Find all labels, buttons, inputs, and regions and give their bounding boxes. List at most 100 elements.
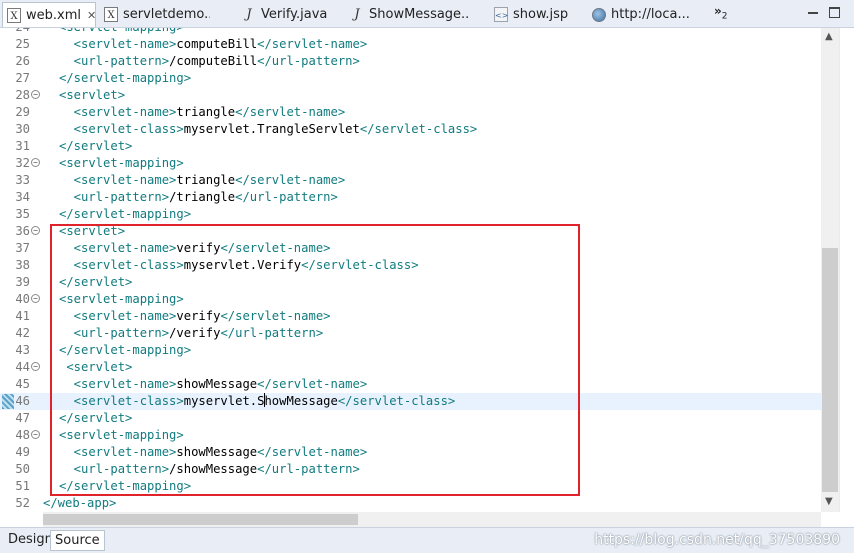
xml-tag: <servlet-mapping> — [59, 28, 184, 34]
code-text: <servlet-class>myservlet.TrangleServlet<… — [59, 121, 478, 138]
line-number: 44 — [15, 360, 30, 374]
line-number: 25 — [15, 37, 30, 51]
code-text: </servlet-mapping> — [59, 70, 191, 87]
code-text: <url-pattern>/triangle</url-pattern> — [59, 189, 338, 206]
xml-value: triangle — [176, 173, 236, 187]
line-number: 41 — [15, 309, 30, 323]
xml-file-icon: X — [7, 7, 21, 23]
xml-tag: </servlet-class> — [359, 122, 478, 136]
tab-label: http://loca... — [611, 7, 690, 22]
line-number: 51 — [15, 479, 30, 493]
line-number: 39 — [15, 275, 30, 289]
xml-value: /computeBill — [169, 54, 258, 68]
fold-toggle-icon[interactable]: − — [31, 226, 40, 235]
overview-ruler — [839, 28, 854, 512]
code-line[interactable]: 33 <servlet-name>triangle</servlet-name> — [0, 172, 821, 189]
code-line[interactable]: 35 </servlet-mapping> — [0, 206, 821, 223]
editor-tab-bar: X web.xml ✕ X servletdemo... J Verify.ja… — [0, 0, 854, 28]
code-text: <servlet-name>computeBill</servlet-name> — [59, 36, 368, 53]
tab-overflow-button[interactable]: »2 — [714, 4, 728, 21]
line-number: 40 — [15, 292, 30, 306]
code-line[interactable]: 31 </servlet> — [0, 138, 821, 155]
code-text: <servlet-mapping> — [59, 155, 184, 172]
tab-source[interactable]: Source — [50, 530, 105, 551]
code-line[interactable]: 24 <servlet-mapping> — [0, 28, 821, 36]
fold-toggle-icon[interactable]: − — [31, 362, 40, 371]
fold-toggle-icon[interactable]: − — [31, 90, 40, 99]
horizontal-scrollbar[interactable] — [43, 512, 821, 527]
code-line[interactable]: 32− <servlet-mapping> — [0, 155, 821, 172]
xml-value: /triangle — [169, 190, 236, 204]
line-number: 42 — [15, 326, 30, 340]
xml-tag: </servlet> — [59, 139, 133, 153]
line-number: 34 — [15, 190, 30, 204]
code-line[interactable]: 26 <url-pattern>/computeBill</url-patter… — [0, 53, 821, 70]
tab-web-xml[interactable]: X web.xml ✕ — [2, 2, 96, 27]
tab-design[interactable]: Design — [4, 530, 57, 551]
xml-value: triangle — [176, 105, 236, 119]
xml-file-icon: X — [104, 7, 118, 22]
line-number: 45 — [15, 377, 30, 391]
xml-tag: <servlet-name> — [59, 173, 177, 187]
line-number: 32 — [15, 156, 30, 170]
tab-label: servletdemo... — [123, 7, 210, 22]
fold-toggle-icon[interactable]: − — [31, 430, 40, 439]
horizontal-scroll-thumb[interactable] — [43, 514, 358, 525]
close-icon[interactable]: ✕ — [87, 9, 95, 22]
code-line[interactable]: 25 <servlet-name>computeBill</servlet-na… — [0, 36, 821, 53]
tab-label: show.jsp — [513, 7, 569, 22]
code-line[interactable]: 27 </servlet-mapping> — [0, 70, 821, 87]
java-file-icon: J — [246, 7, 252, 22]
scroll-down-arrow-icon[interactable]: ▼ — [825, 496, 833, 507]
code-line[interactable]: 52 </web-app> — [0, 495, 821, 512]
line-number: 38 — [15, 258, 30, 272]
line-number: 24 — [0, 28, 30, 36]
tab-showmessage-java[interactable]: J ShowMessage.... — [346, 2, 470, 27]
code-line[interactable]: 34 <url-pattern>/triangle</url-pattern> — [0, 189, 821, 206]
line-number: 30 — [15, 122, 30, 136]
fold-toggle-icon[interactable]: − — [31, 158, 40, 167]
tab-browser[interactable]: http://loca... — [588, 2, 692, 27]
xml-tag: <servlet> — [59, 88, 126, 102]
xml-tag: </servlet-name> — [235, 105, 346, 119]
tab-servletdemo[interactable]: X servletdemo... — [100, 2, 210, 27]
xml-tag: </servlet-name> — [257, 37, 368, 51]
line-number: 52 — [15, 496, 30, 510]
code-line[interactable]: 29 <servlet-name>triangle</servlet-name> — [0, 104, 821, 121]
xml-tag: </web-app> — [43, 496, 117, 510]
editor-mode-tabs: Design Source https://blog.csdn.net/qq_3… — [0, 527, 854, 553]
xml-tag: <servlet-mapping> — [59, 156, 184, 170]
code-line[interactable]: 30 <servlet-class>myservlet.TrangleServl… — [0, 121, 821, 138]
fold-toggle-icon[interactable]: − — [31, 294, 40, 303]
line-number: 43 — [15, 343, 30, 357]
line-number: 50 — [15, 462, 30, 476]
code-line[interactable]: 28− <servlet> — [0, 87, 821, 104]
code-text: </web-app> — [43, 495, 116, 512]
tab-show-jsp[interactable]: <> show.jsp — [490, 2, 570, 27]
xml-value: myservlet.TrangleServlet — [183, 122, 360, 136]
tab-label: web.xml — [26, 7, 81, 23]
tab-verify-java[interactable]: J Verify.java — [238, 2, 330, 27]
line-number: 28 — [15, 88, 30, 102]
xml-tag: </servlet-mapping> — [59, 71, 192, 85]
scroll-up-arrow-icon[interactable]: ▲ — [825, 31, 833, 42]
vertical-scroll-thumb[interactable] — [822, 248, 838, 492]
line-number: 36 — [15, 224, 30, 238]
tab-label: Verify.java — [261, 7, 328, 22]
minimize-icon[interactable] — [808, 12, 818, 14]
code-text: </servlet-mapping> — [59, 206, 191, 223]
code-text: <servlet-name>triangle</servlet-name> — [59, 104, 346, 121]
line-number: 48 — [15, 428, 30, 442]
overflow-count: 2 — [721, 11, 728, 22]
line-number: 47 — [15, 411, 30, 425]
xml-tag: <servlet-name> — [59, 37, 177, 51]
xml-value: computeBill — [176, 37, 258, 51]
red-highlight-box — [50, 224, 580, 496]
xml-tag: <url-pattern> — [59, 190, 170, 204]
line-number: 46 — [15, 394, 30, 408]
java-file-icon: J — [354, 7, 360, 22]
globe-icon — [592, 7, 606, 22]
watermark: https://blog.csdn.net/qq_37503890 — [594, 532, 840, 548]
vertical-scrollbar[interactable]: ▲ ▼ — [821, 28, 839, 512]
maximize-icon[interactable] — [829, 7, 840, 18]
